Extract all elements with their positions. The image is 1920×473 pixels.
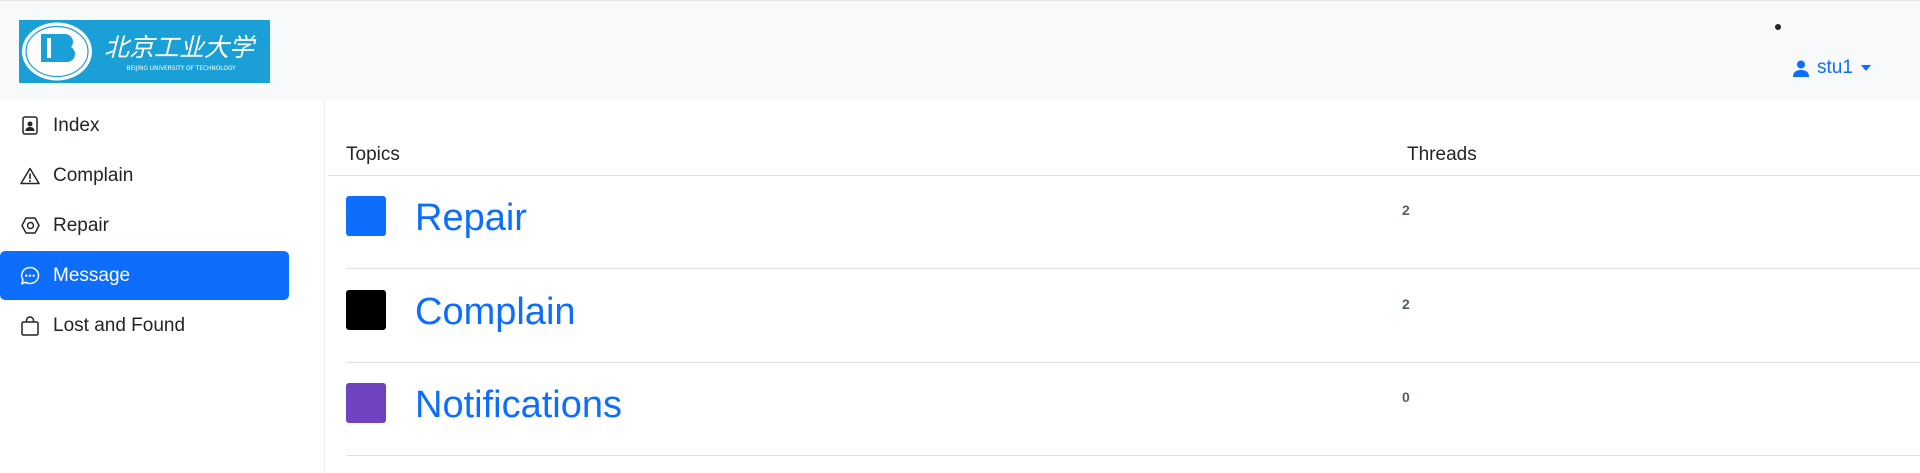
sidebar-item-label: Index [53, 114, 100, 136]
topic-link-repair[interactable]: Repair [415, 197, 527, 240]
topic-link-notifications[interactable]: Notifications [415, 384, 622, 427]
topic-color-swatch [346, 383, 386, 423]
column-header-threads: Threads [1407, 144, 1477, 165]
sidebar-item-message[interactable]: Message [0, 251, 289, 300]
sidebar-item-label: Complain [53, 164, 134, 186]
document-person-icon [20, 116, 40, 136]
university-logo[interactable]: 北京工业大学 BEIJING UNIVERSITY OF TECHNOLOGY [19, 20, 270, 83]
nav-dot-icon [1775, 24, 1781, 30]
table-row: Complain 2 [346, 270, 1920, 363]
chat-dots-icon [20, 266, 40, 286]
sidebar-item-label: Message [53, 264, 131, 286]
table-header: Topics Threads [328, 136, 1920, 176]
warning-triangle-icon [20, 166, 40, 186]
logo-english-text: BEIJING UNIVERSITY OF TECHNOLOGY [126, 66, 236, 72]
sidebar-item-label: Lost and Found [53, 314, 186, 336]
table-row: Repair 2 [346, 176, 1920, 269]
user-dropdown[interactable]: stu1 [1793, 55, 1871, 81]
sidebar-item-repair[interactable]: Repair [0, 201, 289, 250]
sidebar-item-complain[interactable]: Complain [0, 151, 289, 200]
nut-icon [20, 216, 40, 236]
sidebar-item-label: Repair [53, 214, 109, 236]
logo-chinese-text: 北京工业大学 [104, 33, 257, 62]
topic-color-swatch [346, 196, 386, 236]
column-header-topics: Topics [346, 144, 400, 165]
topic-color-swatch [346, 290, 386, 330]
sidebar-item-lost-and-found[interactable]: Lost and Found [0, 301, 289, 350]
topic-link-complain[interactable]: Complain [415, 291, 576, 334]
chevron-down-icon [1860, 65, 1871, 71]
bag-icon [20, 315, 40, 336]
thread-count: 2 [1402, 202, 1410, 218]
person-icon [1793, 60, 1809, 77]
thread-count: 2 [1402, 296, 1410, 312]
user-name: stu1 [1817, 57, 1853, 78]
table-row: Notifications 0 [346, 363, 1920, 456]
top-navbar: 北京工业大学 BEIJING UNIVERSITY OF TECHNOLOGY … [0, 0, 1920, 100]
sidebar: Index Complain Repair Message Lost and F… [0, 100, 325, 473]
sidebar-item-index[interactable]: Index [0, 101, 289, 150]
thread-count: 0 [1402, 389, 1410, 405]
